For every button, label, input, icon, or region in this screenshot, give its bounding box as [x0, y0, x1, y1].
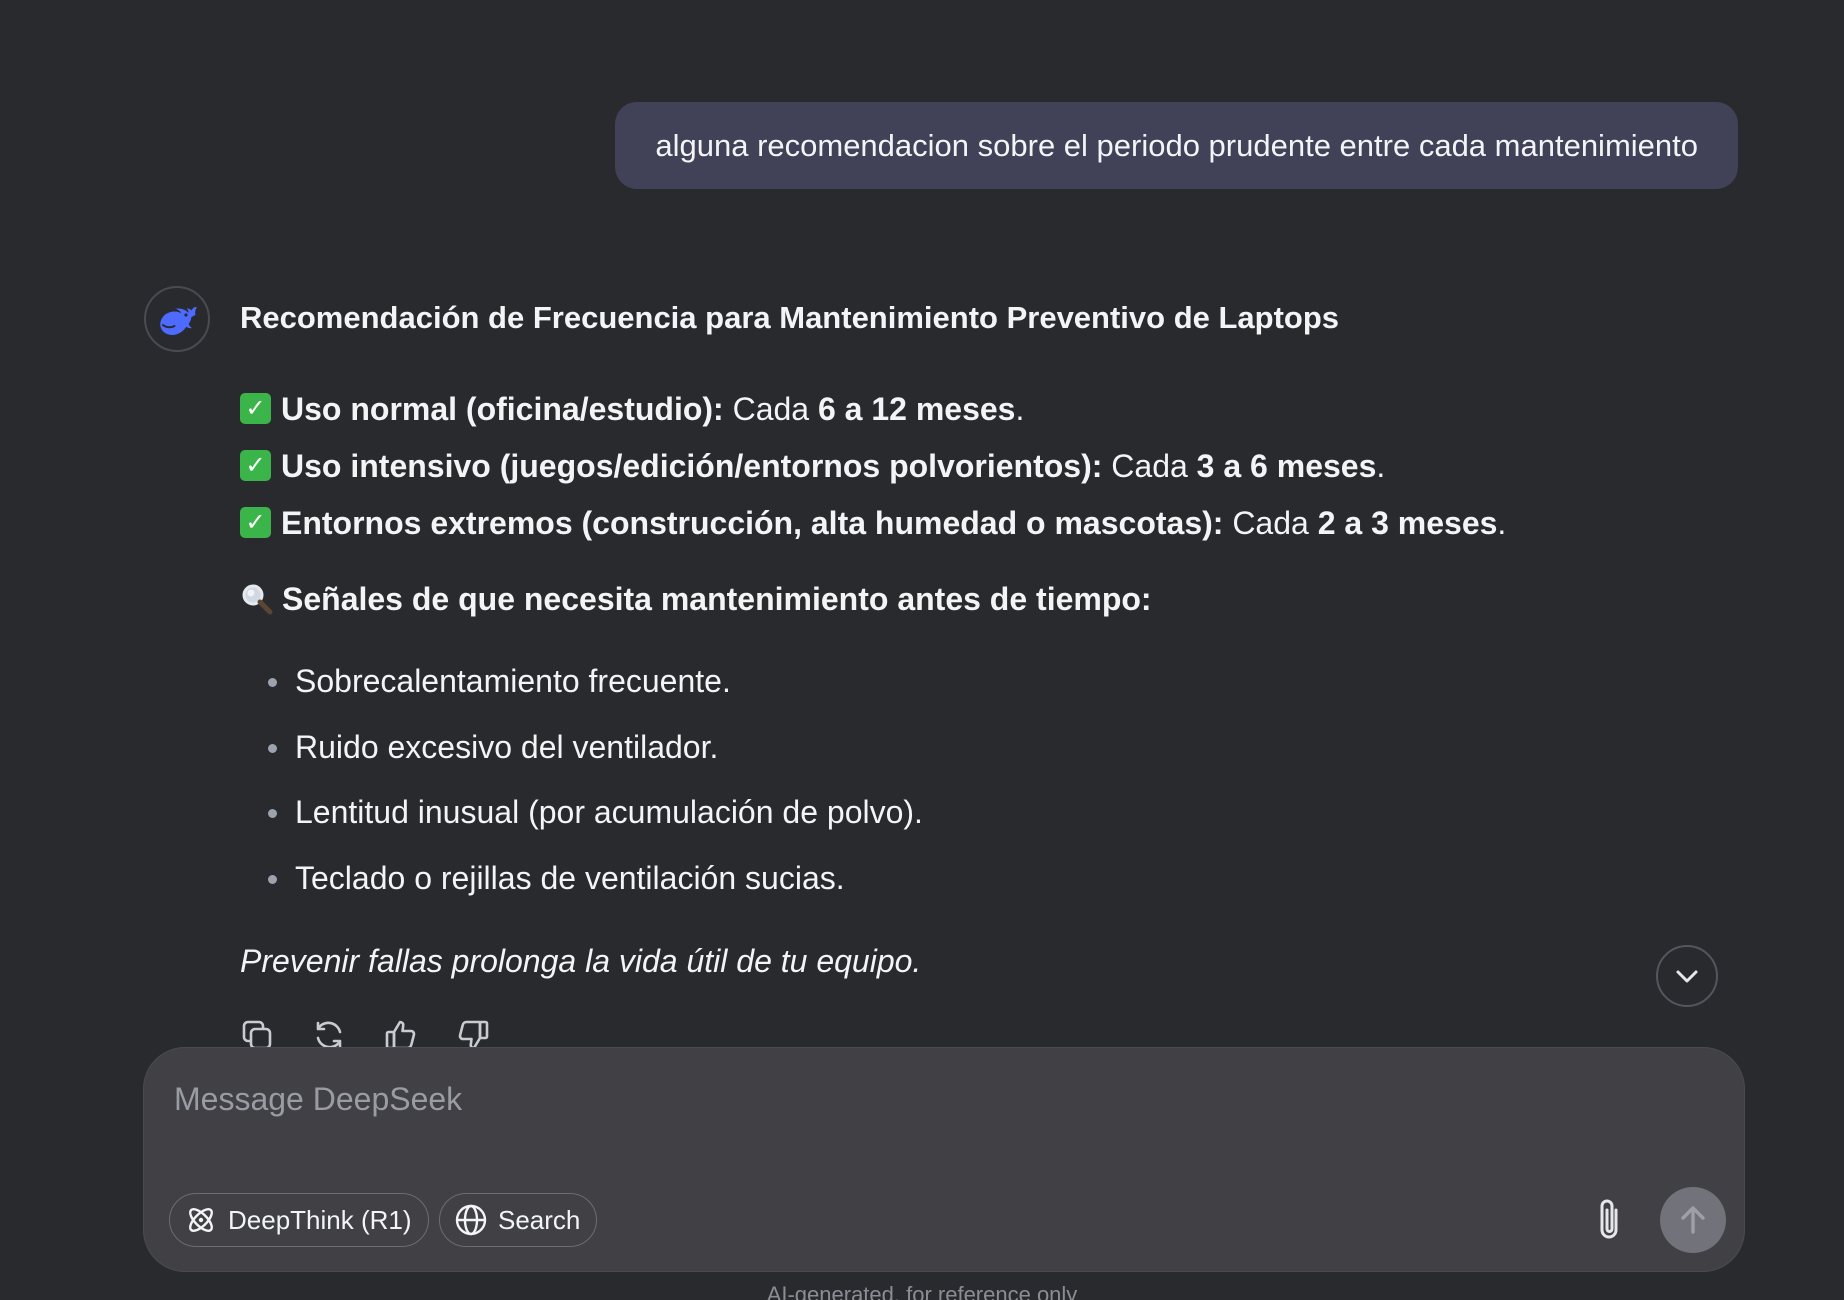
signs-list: Sobrecalentamiento frecuente. Ruido exce…	[268, 659, 1680, 921]
search-label: Search	[498, 1204, 581, 1235]
chevron-down-icon	[1676, 970, 1698, 983]
attach-button[interactable]	[1582, 1193, 1636, 1247]
frequency-prefix: Cada	[723, 390, 818, 427]
list-item: Sobrecalentamiento frecuente.	[268, 659, 1680, 725]
signs-heading: Señales de que necesita mantenimiento an…	[240, 577, 1680, 621]
disclaimer-text: AI-generated, for reference only	[766, 1282, 1078, 1300]
frequency-item-extreme: ✓ Entornos extremos (construcción, alta …	[240, 494, 1680, 551]
search-button[interactable]: Search	[439, 1193, 598, 1247]
frequency-prefix: Cada	[1223, 504, 1318, 541]
globe-icon	[455, 1204, 487, 1236]
scroll-to-bottom-button[interactable]	[1656, 945, 1718, 1007]
list-item: Lentitud inusual (por acumulación de pol…	[268, 790, 1680, 856]
frequency-label: Uso intensivo (juegos/edición/entornos p…	[281, 447, 1103, 484]
message-composer: DeepThink (R1) Search	[143, 1047, 1745, 1272]
frequency-suffix: .	[1376, 447, 1386, 484]
frequency-value: 6 a 12 meses	[817, 390, 1016, 427]
frequency-suffix: .	[1497, 504, 1507, 541]
frequency-label: Entornos extremos (construcción, alta hu…	[281, 504, 1224, 541]
check-mark-icon: ✓	[240, 507, 271, 538]
assistant-avatar	[144, 286, 210, 352]
answer-title: Recomendación de Frecuencia para Manteni…	[240, 300, 1340, 335]
magnifying-glass-icon	[242, 584, 273, 615]
send-button[interactable]	[1660, 1187, 1726, 1253]
frequency-item-normal: ✓ Uso normal (oficina/estudio): Cada 6 a…	[240, 380, 1680, 437]
frequency-suffix: .	[1015, 390, 1025, 427]
chat-page: alguna recomendacion sobre el periodo pr…	[0, 0, 1844, 1300]
signs-heading-text: Señales de que necesita mantenimiento an…	[282, 581, 1152, 617]
frequency-list: ✓ Uso normal (oficina/estudio): Cada 6 a…	[240, 380, 1680, 551]
arrow-up-icon	[1681, 1206, 1705, 1234]
list-item: Ruido excesivo del ventilador.	[268, 725, 1680, 791]
closing-note: Prevenir fallas prolonga la vida útil de…	[240, 943, 922, 979]
check-mark-icon: ✓	[240, 450, 271, 481]
check-mark-icon: ✓	[240, 393, 271, 424]
user-message-text: alguna recomendacion sobre el periodo pr…	[655, 127, 1698, 163]
assistant-message: Recomendación de Frecuencia para Manteni…	[240, 296, 1680, 983]
paperclip-icon	[1600, 1199, 1618, 1239]
deepthink-label: DeepThink (R1)	[228, 1204, 412, 1235]
atom-icon	[189, 1208, 213, 1232]
deepseek-whale-icon	[160, 307, 197, 336]
frequency-value: 3 a 6 meses	[1196, 447, 1377, 484]
message-input[interactable]	[172, 1068, 1676, 1130]
frequency-label: Uso normal (oficina/estudio):	[281, 390, 724, 427]
deepthink-button[interactable]: DeepThink (R1)	[169, 1193, 429, 1247]
list-item: Teclado o rejillas de ventilación sucias…	[268, 856, 1680, 922]
frequency-item-intensive: ✓ Uso intensivo (juegos/edición/entornos…	[240, 437, 1680, 494]
frequency-prefix: Cada	[1102, 447, 1197, 484]
user-message-bubble: alguna recomendacion sobre el periodo pr…	[615, 102, 1738, 189]
frequency-value: 2 a 3 meses	[1317, 504, 1498, 541]
